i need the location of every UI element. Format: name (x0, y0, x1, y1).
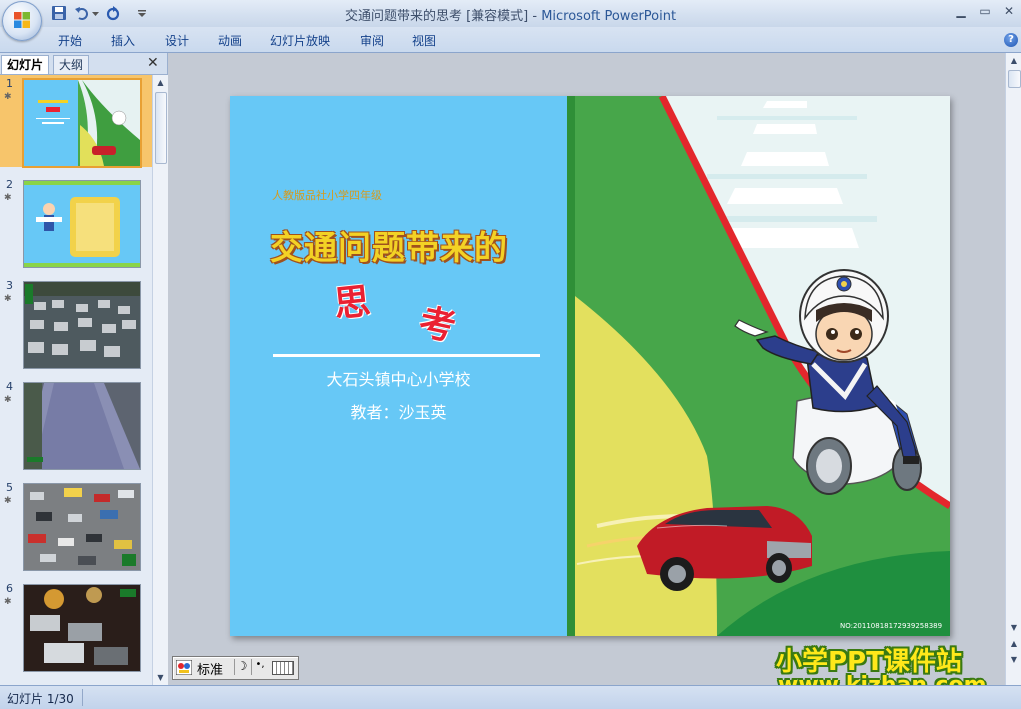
ribbon-tab-bar: 开始 插入 设计 动画 幻灯片放映 审阅 视图 ? (0, 27, 1021, 53)
tab-slide-show[interactable]: 幻灯片放映 (270, 32, 330, 49)
tab-view[interactable]: 视图 (412, 32, 436, 49)
slide-divider-line (273, 354, 540, 357)
slide-illustration (567, 96, 950, 636)
scroll-down-icon[interactable]: ▼ (1006, 620, 1021, 635)
tab-design[interactable]: 设计 (165, 32, 189, 49)
document-title: 交通问题带来的思考 [兼容模式] (344, 9, 529, 24)
slide-thumbnail-list: 1 ✱ 2 ✱ 3 ✱ 4 ✱ 5 ✱ 6 ✱ (0, 75, 152, 685)
current-slide[interactable]: 人教版品社小学四年级 交通问题带来的 思 考 大石头镇中心小学校 教者：沙玉英 … (230, 96, 950, 636)
slide-number: 6 (6, 582, 13, 595)
tab-slides[interactable]: 幻灯片 (1, 55, 50, 74)
ime-halfwidth-icon[interactable]: ☽ (234, 659, 249, 675)
slide-thumbnail-image (23, 281, 141, 369)
office-logo-icon (14, 12, 30, 28)
animation-star-icon: ✱ (4, 395, 12, 405)
slide-title-char-1[interactable]: 思 (331, 272, 372, 327)
slide-image-code: NO:20110818172939258389 (840, 622, 943, 630)
scroll-down-icon[interactable]: ▼ (153, 670, 168, 685)
slide-thumbnail-3[interactable]: 3 ✱ (0, 277, 152, 369)
animation-star-icon: ✱ (4, 597, 12, 607)
slide-number: 2 (6, 178, 13, 191)
slide-number: 1 (6, 77, 13, 90)
minimize-button[interactable]: ▁ (950, 3, 972, 21)
slide-number: 5 (6, 481, 13, 494)
slide-counter: 幻灯片 1/30 (7, 692, 74, 706)
scrollbar-thumb[interactable] (155, 92, 167, 164)
close-button[interactable]: ✕ (998, 3, 1020, 21)
tab-home[interactable]: 开始 (58, 32, 82, 49)
slide-editor: 人教版品社小学四年级 交通问题带来的 思 考 大石头镇中心小学校 教者：沙玉英 … (168, 53, 1005, 685)
pane-tab-strip: 幻灯片 大纲 ✕ (0, 53, 167, 75)
scrollbar-thumb[interactable] (1008, 70, 1021, 88)
animation-star-icon: ✱ (4, 496, 12, 506)
window-title: 交通问题带来的思考 [兼容模式] - Microsoft PowerPoint (0, 5, 1021, 24)
scroll-up-icon[interactable]: ▲ (153, 75, 168, 90)
status-divider (82, 689, 83, 706)
soft-keyboard-icon[interactable] (272, 661, 294, 675)
slide-thumbnail-4[interactable]: 4 ✱ (0, 378, 152, 470)
help-icon[interactable]: ? (1004, 33, 1018, 47)
slide-thumbnail-image (23, 180, 141, 268)
animation-star-icon: ✱ (4, 92, 12, 102)
slide-thumbnail-image (23, 483, 141, 571)
slide-thumbnail-2[interactable]: 2 ✱ (0, 176, 152, 268)
office-button[interactable] (2, 1, 42, 41)
status-bar: 幻灯片 1/30 (0, 685, 1021, 709)
slide-thumbnail-image (22, 78, 142, 168)
slide-thumbnail-1[interactable]: 1 ✱ (0, 75, 152, 168)
slide-thumbnail-image (23, 382, 141, 470)
app-name: Microsoft PowerPoint (541, 9, 677, 24)
tab-animations[interactable]: 动画 (218, 32, 242, 49)
restore-button[interactable]: ▭ (974, 3, 996, 21)
tab-outline[interactable]: 大纲 (53, 55, 90, 74)
slide-subtitle[interactable]: 人教版品社小学四年级 (272, 187, 382, 203)
pane-close-icon[interactable]: ✕ (147, 55, 159, 71)
slide-school-name[interactable]: 大石头镇中心小学校 (230, 366, 567, 390)
slide-thumbnail-6[interactable]: 6 ✱ (0, 580, 152, 672)
ime-toolbar[interactable]: 标准 ☽ •, (172, 656, 299, 680)
slide-number: 3 (6, 279, 13, 292)
slide-number: 4 (6, 380, 13, 393)
ime-logo-icon[interactable] (176, 660, 192, 675)
next-slide-icon[interactable]: ▼ (1006, 652, 1021, 667)
title-bar: 交通问题带来的思考 [兼容模式] - Microsoft PowerPoint … (0, 0, 1021, 27)
slide-thumbnail-image (23, 584, 141, 672)
slide-title[interactable]: 交通问题带来的 (270, 221, 508, 269)
tab-insert[interactable]: 插入 (111, 32, 135, 49)
thumbnail-scrollbar[interactable]: ▲ ▼ (152, 75, 168, 685)
ime-punctuation-icon[interactable]: •, (251, 659, 268, 675)
tab-review[interactable]: 审阅 (360, 32, 384, 49)
editor-scrollbar[interactable]: ▲ ▼ ▲ ▼ (1005, 53, 1021, 685)
animation-star-icon: ✱ (4, 193, 12, 203)
title-separator: - (528, 9, 542, 24)
previous-slide-icon[interactable]: ▲ (1006, 636, 1021, 651)
slides-pane: 幻灯片 大纲 ✕ 1 ✱ 2 ✱ 3 ✱ 4 ✱ 5 ✱ 6 ✱ ▲ ▼ (0, 53, 168, 685)
slide-teacher-name[interactable]: 教者：沙玉英 (230, 399, 567, 423)
ime-mode-label[interactable]: 标准 (197, 659, 223, 678)
scroll-up-icon[interactable]: ▲ (1006, 53, 1021, 68)
slide-thumbnail-5[interactable]: 5 ✱ (0, 479, 152, 571)
animation-star-icon: ✱ (4, 294, 12, 304)
